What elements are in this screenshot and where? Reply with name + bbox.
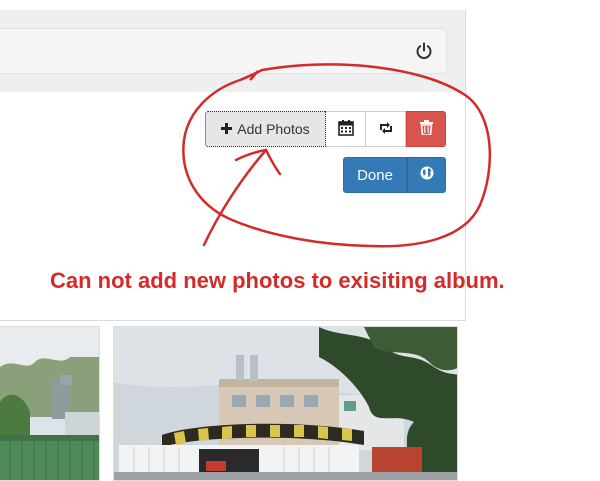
visibility-button[interactable] xyxy=(407,157,446,193)
album-photo[interactable] xyxy=(113,326,458,481)
publish-group: Done xyxy=(343,157,446,193)
plus-icon xyxy=(221,121,233,137)
album-photo[interactable] xyxy=(0,326,100,481)
screenshot: Add Photos Done Can not add new photos t… xyxy=(0,0,600,481)
trash-icon xyxy=(419,120,433,138)
top-navbar xyxy=(0,10,466,93)
calendar-icon xyxy=(337,119,354,139)
album-toolbar: Add Photos xyxy=(205,111,446,147)
add-photos-button[interactable]: Add Photos xyxy=(205,111,326,147)
rotate-button[interactable] xyxy=(366,111,406,147)
navbar-inner xyxy=(0,28,447,74)
date-button[interactable] xyxy=(326,111,366,147)
globe-icon xyxy=(420,166,434,185)
annotation-text: Can not add new photos to exisiting albu… xyxy=(50,268,505,293)
power-icon[interactable] xyxy=(414,41,434,61)
retweet-icon xyxy=(378,121,394,138)
done-button[interactable]: Done xyxy=(343,157,407,193)
delete-button[interactable] xyxy=(406,111,446,147)
add-photos-label: Add Photos xyxy=(237,121,310,137)
